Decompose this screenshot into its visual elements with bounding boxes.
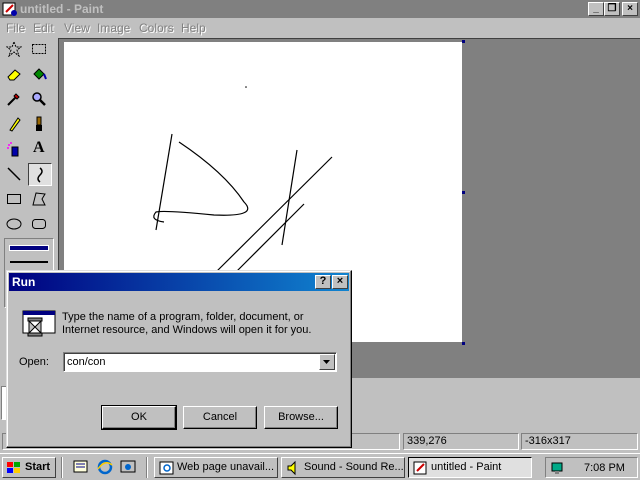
menu-bar: File Edit View Image Colors Help: [0, 19, 640, 37]
taskbar-divider: [146, 457, 148, 478]
tool-pick-color[interactable]: [3, 88, 27, 111]
brush-icon: [36, 116, 42, 131]
tool-text[interactable]: A: [28, 138, 52, 161]
windows-logo-icon: [7, 462, 20, 473]
tool-rounded-rectangle[interactable]: [28, 213, 52, 236]
pencil-icon: [9, 117, 21, 132]
text-icon: A: [33, 139, 45, 156]
restore-icon: ❐: [607, 3, 617, 14]
ok-button[interactable]: OK: [101, 405, 177, 430]
ie-page-icon: [159, 461, 174, 475]
help-icon: ?: [319, 275, 327, 287]
open-dropdown-button[interactable]: [319, 354, 335, 370]
menu-colors[interactable]: Colors: [139, 21, 174, 35]
task-label: Sound - Sound Re...: [304, 461, 404, 473]
tool-ellipse[interactable]: [3, 213, 27, 236]
chevron-down-icon: [323, 360, 330, 364]
help-button[interactable]: ?: [315, 275, 331, 289]
network-icon[interactable]: [550, 460, 566, 476]
menu-image[interactable]: Image: [97, 21, 130, 35]
task-label: Web page unavail...: [177, 461, 275, 473]
start-button[interactable]: Start: [2, 457, 56, 478]
run-close-button[interactable]: ×: [332, 275, 348, 289]
line-width-option[interactable]: [10, 261, 48, 263]
clock[interactable]: 7:08 PM: [584, 462, 625, 474]
task-label: untitled - Paint: [431, 461, 502, 473]
open-combobox[interactable]: [63, 352, 337, 372]
tool-brush[interactable]: [28, 113, 52, 136]
paint-title: untitled - Paint: [20, 2, 104, 16]
status-selection-size: -316x317: [521, 433, 638, 450]
system-tray: 7:08 PM: [545, 457, 638, 478]
open-label: Open:: [19, 356, 49, 368]
browse-button[interactable]: Browse...: [264, 406, 338, 429]
polygon-icon: [32, 192, 46, 206]
taskbar: Start Web page unavail... Sound - Sound …: [0, 453, 640, 480]
tool-magnifier[interactable]: [28, 88, 52, 111]
tool-polygon[interactable]: [28, 188, 52, 211]
close-icon: ×: [336, 275, 344, 287]
taskbar-divider: [61, 457, 63, 478]
tool-rectangle[interactable]: [3, 188, 27, 211]
tool-pencil[interactable]: [3, 113, 27, 136]
start-label: Start: [25, 461, 51, 473]
show-desktop-icon[interactable]: [72, 458, 90, 476]
run-title: Run: [12, 275, 36, 289]
tool-eraser[interactable]: [3, 63, 27, 86]
menu-file[interactable]: File: [6, 21, 25, 35]
rect-select-icon: [32, 44, 46, 54]
task-sound-recorder[interactable]: Sound - Sound Re...: [281, 457, 405, 478]
run-dialog: Run ? × Type the name of a program, fold…: [6, 270, 352, 448]
restore-button[interactable]: ❐: [604, 2, 620, 16]
eraser-icon: [7, 69, 21, 81]
cancel-button[interactable]: Cancel: [183, 406, 257, 429]
run-program-icon: [22, 310, 56, 337]
task-paint[interactable]: untitled - Paint: [408, 457, 532, 478]
internet-explorer-icon[interactable]: [96, 458, 114, 476]
sound-recorder-icon: [287, 460, 296, 476]
paint-icon: [413, 461, 427, 475]
paint-app-icon: [2, 2, 17, 16]
tool-line[interactable]: [3, 163, 27, 186]
run-description: Type the name of a program, folder, docu…: [62, 311, 312, 336]
paint-title-bar[interactable]: untitled - Paint _ ❐ ×: [0, 0, 640, 18]
close-icon: ×: [627, 3, 633, 14]
resize-handle-top-right[interactable]: [462, 40, 465, 43]
airbrush-icon: [7, 142, 19, 157]
minimize-button[interactable]: _: [588, 2, 604, 16]
minimize-icon: _: [593, 3, 599, 14]
ellipse-icon: [6, 218, 22, 230]
task-web-page[interactable]: Web page unavail...: [154, 457, 278, 478]
channels-icon[interactable]: [119, 458, 137, 476]
rectangle-icon: [7, 194, 21, 204]
paint-bucket-icon: [33, 68, 47, 80]
menu-view[interactable]: View: [64, 21, 90, 35]
menu-help[interactable]: Help: [181, 21, 206, 35]
tool-rect-select[interactable]: [28, 38, 52, 61]
eyedropper-icon: [7, 93, 20, 106]
tool-free-form-select[interactable]: [3, 38, 27, 61]
magnifier-icon: [32, 92, 46, 106]
status-coords: 339,276: [403, 433, 519, 450]
curve-icon: [37, 167, 43, 183]
rounded-rect-icon: [32, 219, 46, 229]
tool-fill[interactable]: [28, 63, 52, 86]
star-select-icon: [6, 41, 22, 57]
line-width-selected[interactable]: [9, 245, 49, 251]
resize-handle-right[interactable]: [462, 191, 465, 194]
run-title-bar[interactable]: Run ? ×: [9, 273, 349, 291]
open-input[interactable]: [67, 355, 312, 369]
close-button[interactable]: ×: [622, 2, 638, 16]
menu-edit[interactable]: Edit: [33, 21, 54, 35]
tool-airbrush[interactable]: [3, 138, 27, 161]
line-icon: [7, 167, 21, 181]
tool-curve[interactable]: [28, 163, 52, 186]
resize-handle-bottom-right[interactable]: [462, 342, 465, 345]
